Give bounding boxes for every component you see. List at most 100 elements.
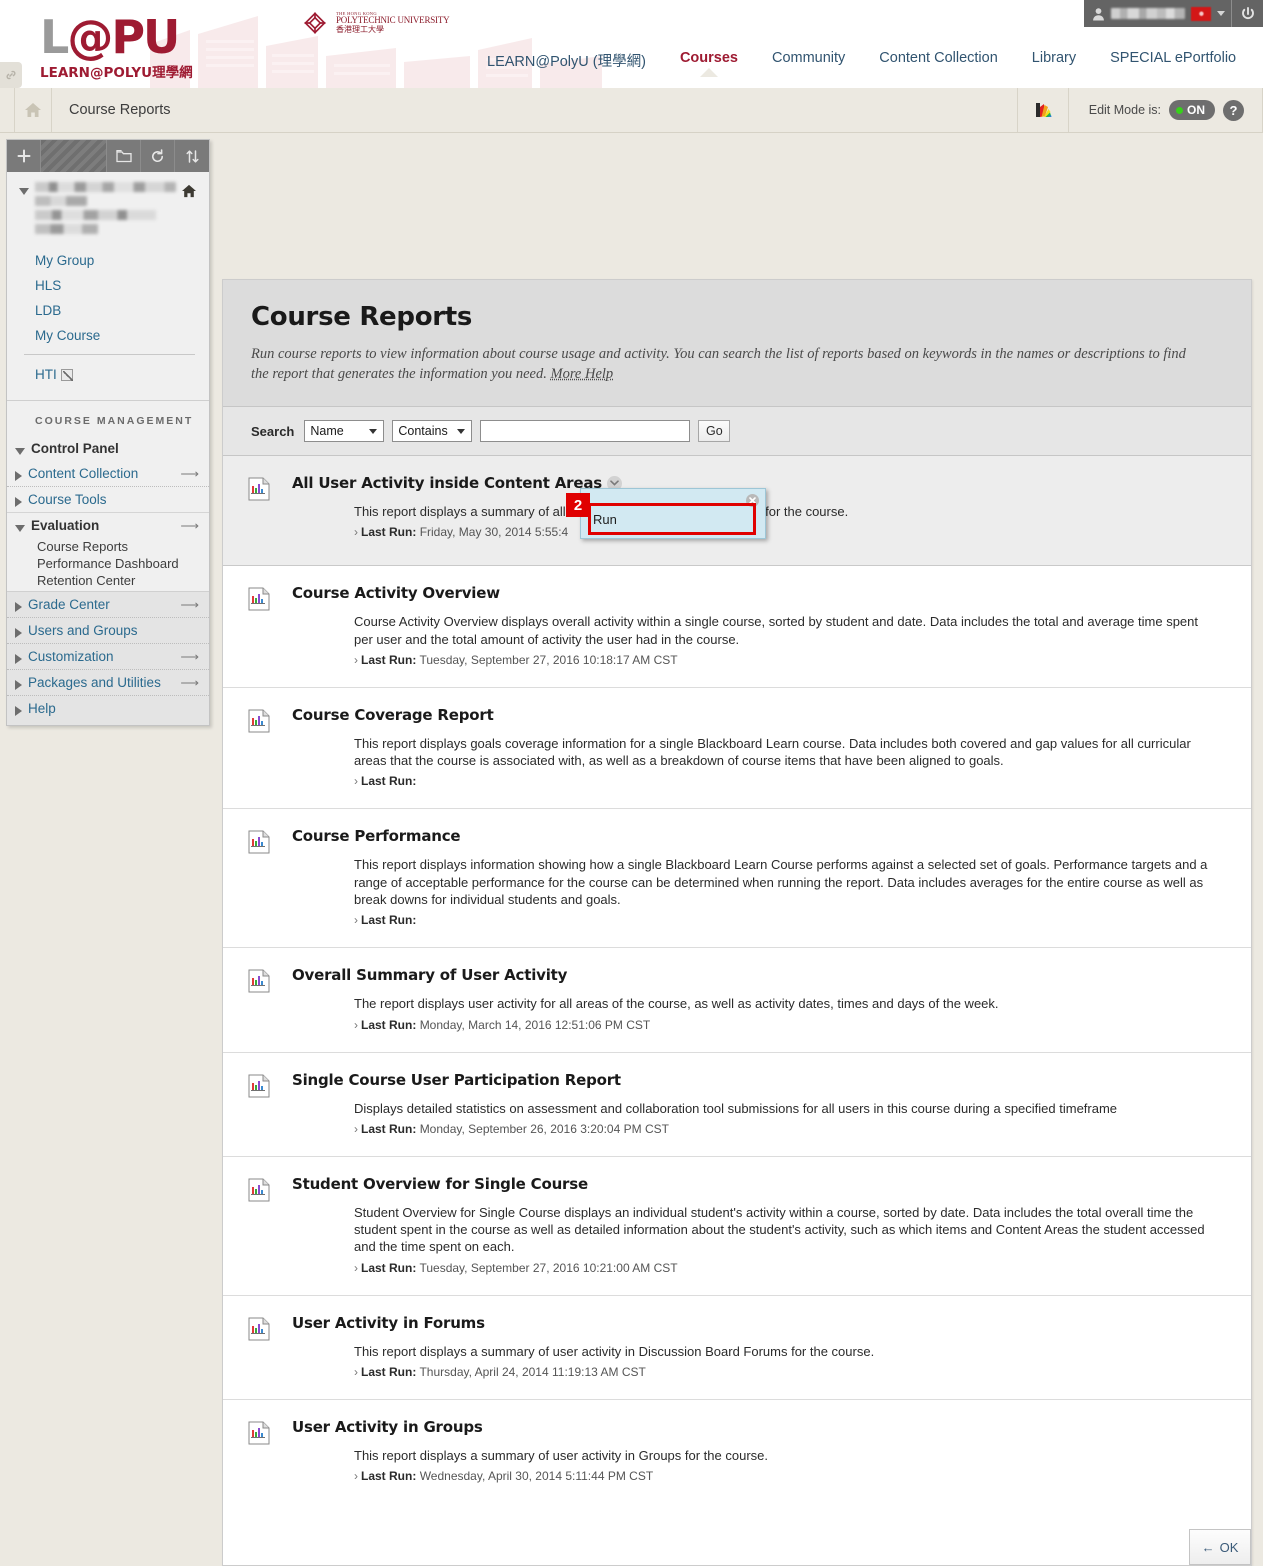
last-run-label: Last Run: xyxy=(361,774,417,789)
report-title[interactable]: Overall Summary of User Activity xyxy=(292,966,567,984)
report-last-run: › Last Run: Friday, May 30, 2014 5:55:4 xyxy=(354,525,1223,539)
last-run-caret-icon: › xyxy=(354,913,358,928)
report-last-run: › Last Run: Tuesday, September 27, 2016 1… xyxy=(354,653,1223,667)
user-menu[interactable] xyxy=(1084,0,1231,27)
table-row[interactable]: Student Overview for Single Course Stude… xyxy=(223,1157,1251,1296)
triangle-down-icon[interactable] xyxy=(19,188,29,195)
sidebar-item-packages-and-utilities[interactable]: Packages and Utilities ⟶ xyxy=(7,669,209,695)
add-menu-item-button[interactable] xyxy=(7,140,41,172)
ok-button[interactable]: ← OK xyxy=(1189,1529,1251,1566)
last-run-value: Monday, September 26, 2016 3:20:04 PM CS… xyxy=(419,1121,669,1136)
sidebar-item-course-reports[interactable]: Course Reports xyxy=(37,538,209,555)
main-content-panel: Course Reports Run course reports to vie… xyxy=(222,279,1252,1566)
table-row[interactable]: User Activity in Groups This report disp… xyxy=(223,1400,1251,1503)
sidebar-item-hti[interactable]: HTI xyxy=(7,361,209,392)
gnav-learn-polyu[interactable]: LEARN@PolyU (理學網) xyxy=(470,44,663,81)
report-last-run: › Last Run: Wednesday, April 30, 2014 5:1… xyxy=(354,1469,1223,1483)
search-label: Search xyxy=(251,423,295,439)
report-title[interactable]: User Activity in Forums xyxy=(292,1314,485,1332)
table-row[interactable]: User Activity in Forums This report disp… xyxy=(223,1296,1251,1400)
report-icon xyxy=(248,587,270,667)
sidebar-item-performance-dashboard[interactable]: Performance Dashboard xyxy=(37,555,209,572)
gnav-content-collection[interactable]: Content Collection xyxy=(862,44,1015,76)
packages-expand-arrow-icon[interactable]: ⟶ xyxy=(180,676,199,689)
sidebar-item-evaluation[interactable]: Evaluation ⟶ xyxy=(7,512,209,538)
gnav-library[interactable]: Library xyxy=(1015,44,1093,76)
grade-center-expand-arrow-icon[interactable]: ⟶ xyxy=(180,598,199,611)
report-last-run: › Last Run: Monday, March 14, 2016 12:51:… xyxy=(354,1018,1223,1032)
last-run-caret-icon: › xyxy=(354,1469,358,1484)
course-home-icon[interactable] xyxy=(181,184,197,198)
gnav-courses[interactable]: Courses xyxy=(663,44,755,76)
sidebar-item-my-group[interactable]: My Group xyxy=(7,248,209,273)
search-input[interactable] xyxy=(480,420,691,442)
report-chart-document-icon xyxy=(248,1178,270,1202)
report-last-run: › Last Run: Thursday, April 24, 2014 11:1… xyxy=(354,1365,1223,1379)
chevron-down-icon[interactable] xyxy=(1217,11,1225,16)
folder-icon xyxy=(115,149,132,163)
ok-back-arrow-icon: ← xyxy=(1201,1539,1215,1555)
report-icon xyxy=(248,830,270,927)
sidebar-item-course-tools[interactable]: Course Tools xyxy=(7,486,209,512)
gnav-community[interactable]: Community xyxy=(755,44,862,76)
report-title[interactable]: Course Performance xyxy=(292,827,461,845)
sidebar-item-hls[interactable]: HLS xyxy=(7,273,209,298)
sidebar-item-retention-center[interactable]: Retention Center xyxy=(37,572,209,589)
global-navigation: LEARN@PolyU (理學網) Courses Community Cont… xyxy=(0,44,1263,81)
report-icon xyxy=(248,709,270,789)
course-theme-button[interactable] xyxy=(1016,88,1069,132)
table-row[interactable]: Course Activity Overview Course Activity… xyxy=(223,566,1251,688)
users-and-groups-label: Users and Groups xyxy=(28,623,138,638)
search-go-button[interactable]: Go xyxy=(698,420,731,442)
last-run-caret-icon: › xyxy=(354,1260,358,1275)
sidebar-item-control-panel[interactable]: Control Panel xyxy=(7,436,209,461)
edit-mode-label: Edit Mode is: xyxy=(1088,103,1161,117)
report-title[interactable]: Single Course User Participation Report xyxy=(292,1071,621,1089)
home-button[interactable] xyxy=(14,88,52,132)
table-row[interactable]: Course Performance This report displays … xyxy=(223,809,1251,949)
sidebar-item-content-collection[interactable]: Content Collection ⟶ xyxy=(7,461,209,486)
sidebar-item-grade-center[interactable]: Grade Center ⟶ xyxy=(7,591,209,617)
table-row[interactable]: Overall Summary of User Activity The rep… xyxy=(223,948,1251,1053)
context-menu-item-run[interactable]: Run xyxy=(589,509,757,530)
search-field-select[interactable]: Name xyxy=(304,420,385,442)
report-title[interactable]: Course Coverage Report xyxy=(292,706,494,724)
sidebar-item-help[interactable]: Help xyxy=(7,695,209,725)
sidebar-item-users-and-groups[interactable]: Users and Groups xyxy=(7,617,209,643)
logout-button[interactable] xyxy=(1231,0,1263,27)
report-title[interactable]: All User Activity inside Content Areas xyxy=(292,474,602,492)
course-title-block[interactable] xyxy=(7,172,209,242)
last-run-caret-icon: › xyxy=(354,774,358,789)
sidebar-item-ldb[interactable]: LDB xyxy=(7,298,209,323)
report-icon xyxy=(248,1421,270,1483)
customization-expand-arrow-icon[interactable]: ⟶ xyxy=(180,650,199,663)
refresh-button[interactable] xyxy=(141,140,175,172)
report-description: Student Overview for Single Course displ… xyxy=(354,1204,1205,1255)
sidebar-item-my-course[interactable]: My Course xyxy=(7,323,209,348)
close-x-icon xyxy=(749,497,756,504)
sidebar-item-customization[interactable]: Customization ⟶ xyxy=(7,643,209,669)
close-icon[interactable] xyxy=(746,494,759,507)
report-title[interactable]: Course Activity Overview xyxy=(292,584,500,602)
reorder-button[interactable] xyxy=(175,140,209,172)
report-context-menu[interactable]: Run xyxy=(580,488,766,539)
help-button[interactable]: ? xyxy=(1223,99,1244,121)
evaluation-expand-arrow-icon[interactable]: ⟶ xyxy=(180,519,199,532)
folder-view-button[interactable] xyxy=(107,140,141,172)
edit-mode-toggle[interactable]: ON xyxy=(1169,100,1215,120)
gnav-special-eportfolio[interactable]: SPECIAL ePortfolio xyxy=(1093,44,1253,76)
more-help-link[interactable]: More Help xyxy=(550,366,613,382)
report-icon xyxy=(248,1074,270,1136)
report-title[interactable]: Student Overview for Single Course xyxy=(292,1175,588,1193)
table-row[interactable]: Single Course User Participation Report … xyxy=(223,1053,1251,1157)
last-run-caret-icon: › xyxy=(354,652,358,667)
report-last-run: › Last Run: Monday, September 26, 2016 3:… xyxy=(354,1122,1223,1136)
page-link-tab[interactable] xyxy=(0,62,22,88)
expand-arrow-icon[interactable]: ⟶ xyxy=(180,467,199,480)
last-run-value: Tuesday, September 27, 2016 10:21:00 AM … xyxy=(419,1260,678,1275)
search-condition-select[interactable]: Contains xyxy=(392,420,473,442)
table-row[interactable]: Course Coverage Report This report displ… xyxy=(223,688,1251,810)
course-menu-sidebar: My Group HLS LDB My Course HTI COURSE MA… xyxy=(6,139,210,726)
report-title[interactable]: User Activity in Groups xyxy=(292,1418,483,1436)
color-palette-icon xyxy=(1035,103,1052,117)
